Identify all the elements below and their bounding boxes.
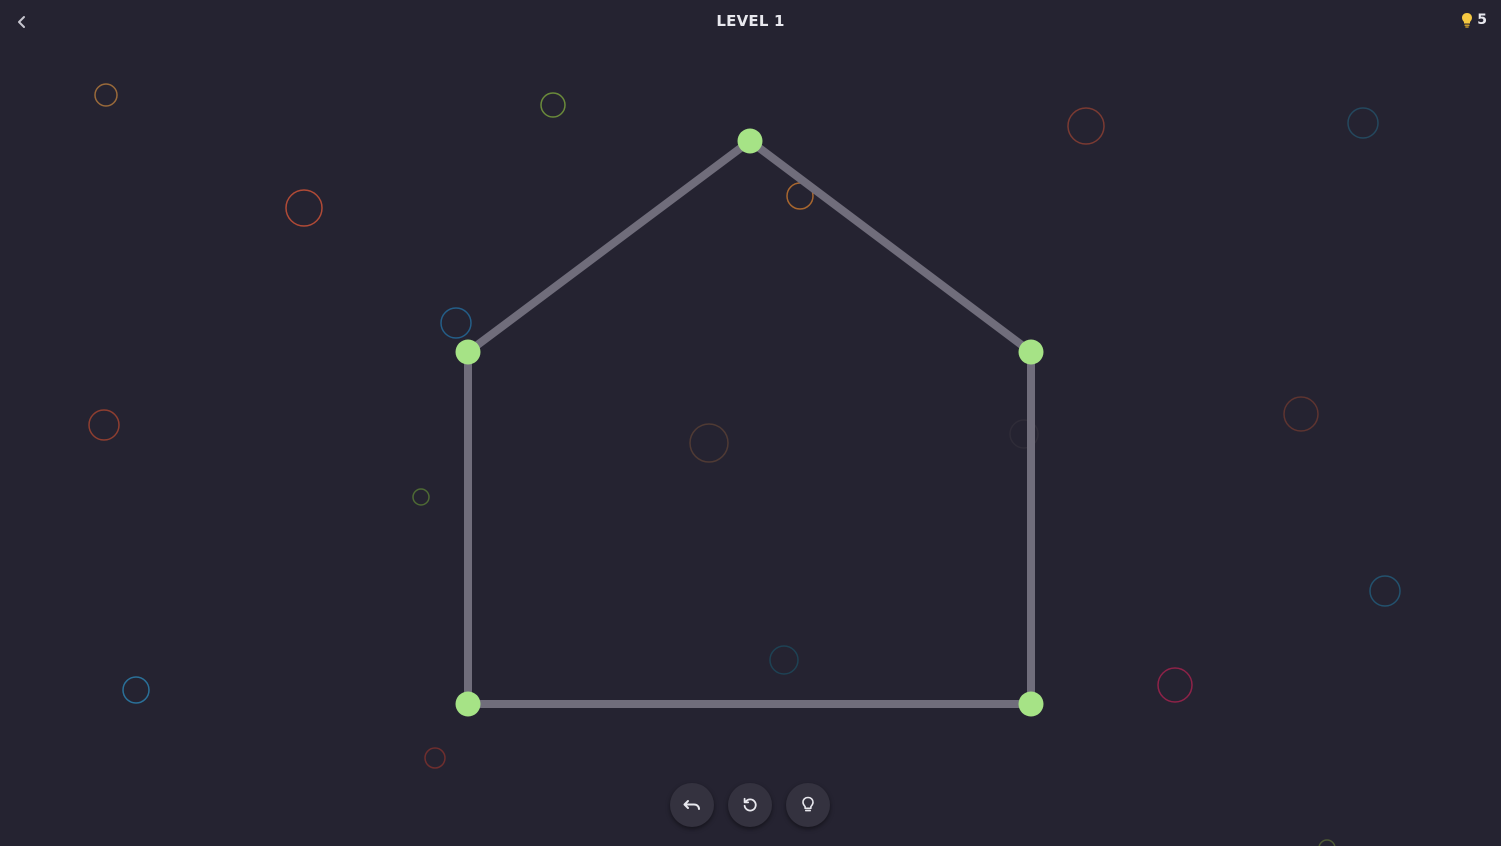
control-bar xyxy=(670,783,830,827)
lightbulb-icon xyxy=(1462,13,1473,28)
bubble xyxy=(1318,839,1336,846)
node-upper-left[interactable] xyxy=(455,339,481,365)
lightbulb-outline-icon xyxy=(802,796,814,812)
puzzle-nodes[interactable] xyxy=(455,128,1044,717)
hint-count: 5 xyxy=(1477,12,1487,28)
puzzle-edges xyxy=(464,137,1035,708)
bubble xyxy=(1347,107,1379,139)
bubble xyxy=(424,747,446,769)
bubble xyxy=(88,409,120,441)
puzzle-canvas xyxy=(88,83,1401,846)
node-bottom-left[interactable] xyxy=(455,691,481,717)
bubble xyxy=(122,676,150,704)
node-bottom-right[interactable] xyxy=(1018,691,1044,717)
level-title: LEVEL 1 xyxy=(716,12,785,30)
bubble xyxy=(440,307,472,339)
restart-button[interactable] xyxy=(728,783,772,827)
bubble xyxy=(1283,396,1319,432)
restart-icon xyxy=(743,797,757,812)
node-top[interactable] xyxy=(737,128,763,154)
bubble xyxy=(1157,667,1193,703)
bubble xyxy=(769,645,799,675)
bubble xyxy=(1369,575,1401,607)
game-board: LEVEL 1 5 xyxy=(0,0,1501,846)
bubble xyxy=(94,83,118,107)
bubble xyxy=(689,423,729,463)
undo-button[interactable] xyxy=(670,783,714,827)
hint-counter: 5 xyxy=(1461,12,1487,28)
bubble xyxy=(540,92,566,118)
background-bubbles xyxy=(88,83,1401,846)
node-upper-right[interactable] xyxy=(1018,339,1044,365)
bubble xyxy=(1067,107,1105,145)
edge-roof-right xyxy=(746,137,1035,356)
edge-roof-left xyxy=(464,137,754,356)
bubble xyxy=(285,189,323,227)
hint-button[interactable] xyxy=(786,783,830,827)
bubble xyxy=(412,488,430,506)
undo-icon xyxy=(683,800,700,810)
